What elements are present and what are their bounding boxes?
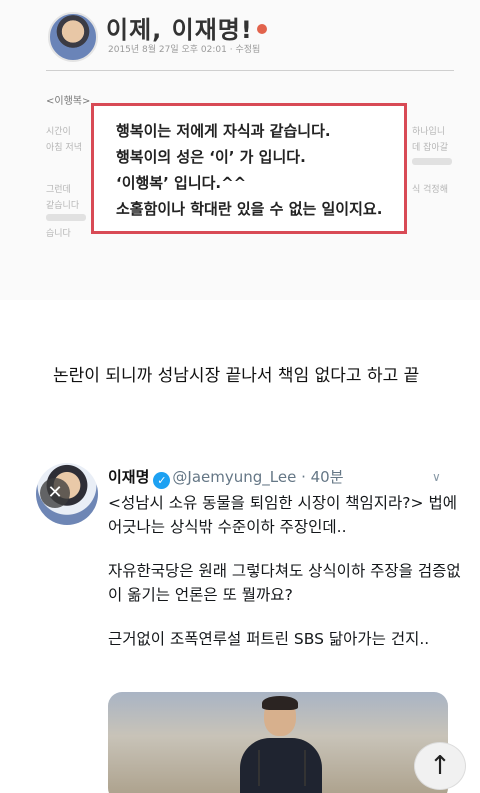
blog-section-label: <이행복>	[46, 96, 91, 107]
blurred-text: 아침 저녁	[46, 143, 82, 153]
blurred-text: 같습니다	[46, 201, 80, 211]
quote-line: ‘이행복’ 입니다.^^	[116, 174, 247, 192]
blurred-text: 하나입니	[412, 127, 446, 137]
blurred-line	[46, 214, 86, 221]
quote-line: 소홀함이나 학대란 있을 수 없는 일이지요.	[116, 200, 383, 218]
close-icon[interactable]: ✕	[40, 478, 70, 508]
quote-line: 행복이는 저에게 자식과 같습니다.	[116, 122, 331, 140]
tweet-paragraph: <성남시 소유 동물을 퇴임한 시장이 책임지라?> 법에 어긋나는 상식밖 수…	[108, 494, 457, 536]
microphone	[258, 750, 260, 786]
blurred-text: 습니다	[46, 229, 71, 239]
tweet-body: <성남시 소유 동물을 퇴임한 시장이 책임지라?> 법에 어긋나는 상식밖 수…	[108, 491, 468, 651]
blurred-text: 식 걱정해	[412, 185, 448, 195]
microphone	[304, 750, 306, 786]
verified-badge-icon: ✓	[153, 472, 171, 489]
blurred-text: 데 잡아갈	[412, 143, 448, 153]
tweet-media-image[interactable]	[108, 692, 448, 793]
blurred-line	[412, 158, 452, 165]
blurred-text: 그런데	[46, 185, 71, 195]
divider	[46, 70, 454, 71]
blurred-text: 시간이	[46, 127, 71, 137]
scroll-to-top-button[interactable]: ↑	[414, 742, 466, 790]
tweet-handle-time[interactable]: @Jaemyung_Lee · 40분	[172, 468, 343, 486]
chevron-down-icon[interactable]: ∨	[432, 470, 441, 484]
quote-line: 행복이의 성은 ‘이’ 가 입니다.	[116, 148, 306, 166]
tweet-paragraph: 자유한국당은 원래 그렇다쳐도 상식이하 주장을 검증없이 옮기는 언론은 또 …	[108, 562, 461, 604]
blog-screenshot: 이제, 이재명! 2015년 8월 27일 오후 02:01 · 수정됨 <이행…	[0, 0, 480, 300]
title-dot-icon	[256, 24, 267, 34]
blog-date: 2015년 8월 27일 오후 02:01 · 수정됨	[108, 45, 261, 55]
speaker-figure	[236, 696, 326, 793]
tweet-header: 이재명 ✓ @Jaemyung_Lee · 40분	[108, 466, 344, 489]
blog-title: 이제, 이재명!	[106, 10, 267, 45]
highlight-quote-box: 행복이는 저에게 자식과 같습니다. 행복이의 성은 ‘이’ 가 입니다. ‘이…	[91, 103, 407, 234]
tweet-paragraph: 근거없이 조폭연루설 퍼트린 SBS 닮아가는 건지..	[108, 630, 430, 648]
tweet-author-name[interactable]: 이재명	[108, 468, 149, 486]
post-caption: 논란이 되니까 성남시장 끝나서 책임 없다고 하고 끝	[53, 366, 420, 386]
blog-avatar	[48, 12, 98, 62]
